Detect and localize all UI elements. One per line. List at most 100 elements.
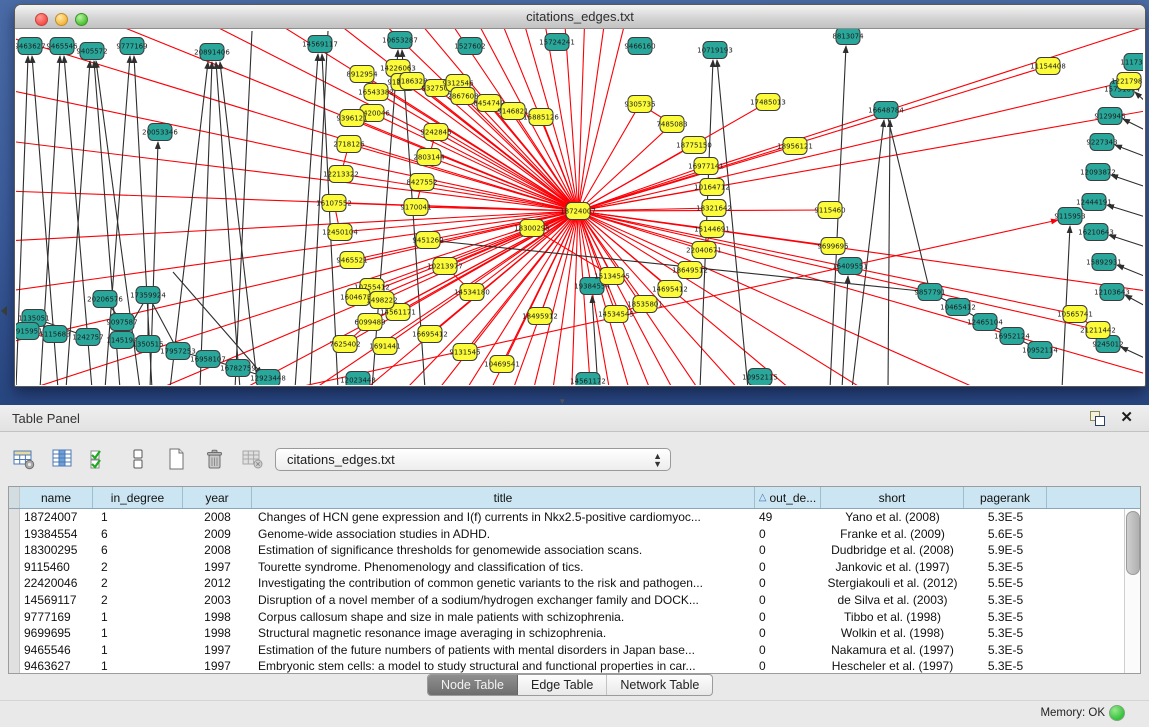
cell-short[interactable]: Nakamura et al. (1997): [821, 642, 964, 659]
graph-node[interactable]: 12450104: [322, 224, 358, 241]
cell-pagerank[interactable]: 5.3E-5: [964, 642, 1047, 659]
cell-pagerank[interactable]: 5.3E-5: [964, 509, 1047, 526]
cell-short[interactable]: Tibbo et al. (1998): [821, 609, 964, 626]
graph-node[interactable]: 17359924: [130, 287, 166, 304]
cell-out_degree[interactable]: 0: [755, 592, 821, 609]
cell-short[interactable]: Yano et al. (2008): [821, 509, 964, 526]
graph-node[interactable]: 15724241: [539, 34, 575, 51]
graph-node[interactable]: 1527602: [454, 38, 485, 55]
graph-edge-citation[interactable]: [578, 66, 1048, 211]
graph-edge-ray[interactable]: [526, 211, 578, 385]
graph-node[interactable]: 9115953: [1054, 208, 1085, 225]
graph-node[interactable]: 9396121: [336, 110, 367, 127]
cell-year[interactable]: 2008: [183, 509, 252, 526]
graph-node[interactable]: 10719193: [697, 42, 733, 59]
merge-rows-icon[interactable]: [124, 445, 152, 473]
cell-year[interactable]: 1997: [183, 559, 252, 576]
graph-node[interactable]: 9305735: [624, 96, 655, 113]
graph-node[interactable]: 8912954: [346, 66, 378, 83]
table-row[interactable]: 911546021997Tourette syndrome. Phenomeno…: [9, 559, 1140, 576]
graph-node[interactable]: 9699695: [817, 238, 848, 255]
graph-edge[interactable]: [888, 120, 890, 385]
graph-node[interactable]: 11154408: [1030, 58, 1066, 75]
cell-year[interactable]: 1997: [183, 642, 252, 659]
graph-edge[interactable]: [200, 62, 212, 385]
table-row[interactable]: 2242004622012Investigating the contribut…: [9, 575, 1140, 592]
graph-node[interactable]: 2718126: [333, 136, 365, 153]
new-table-icon[interactable]: [162, 445, 190, 473]
table-row[interactable]: 946554611997Estimation of the future num…: [9, 642, 1140, 659]
cell-name[interactable]: 9777169: [20, 609, 93, 626]
graph-node[interactable]: 10565741: [1057, 306, 1093, 323]
graph-node[interactable]: 16210643: [1078, 224, 1114, 241]
graph-node[interactable]: 10469541: [484, 356, 520, 373]
graph-node[interactable]: 18495912: [522, 308, 558, 325]
graph-node[interactable]: 9451260: [412, 232, 443, 249]
network-window-titlebar[interactable]: citations_edges.txt: [15, 5, 1145, 29]
graph-edge[interactable]: [235, 31, 252, 385]
cell-short[interactable]: Dudbridge et al. (2008): [821, 542, 964, 559]
table-row[interactable]: 1938455462009Genome-wide association stu…: [9, 526, 1140, 543]
column-header-in_degree[interactable]: in_degree: [93, 487, 183, 508]
table-row[interactable]: 1830029562008Estimation of significance …: [9, 542, 1140, 559]
table-row[interactable]: 946362711997Embryonic stem cells: a mode…: [9, 658, 1140, 673]
graph-node[interactable]: 16107552: [316, 195, 352, 212]
cell-in_degree[interactable]: 1: [93, 642, 183, 659]
column-header-name[interactable]: name: [20, 487, 93, 508]
panel-resize-handle-icon[interactable]: ▾: [560, 396, 565, 407]
cell-pagerank[interactable]: 5.3E-5: [964, 592, 1047, 609]
graph-node[interactable]: 20053346: [142, 124, 178, 141]
cell-short[interactable]: de Silva et al. (2003): [821, 592, 964, 609]
cell-out_degree[interactable]: 0: [755, 575, 821, 592]
graph-node[interactable]: 18775150: [676, 137, 712, 154]
graph-edge[interactable]: [1115, 145, 1143, 158]
graph-node[interactable]: 12465104: [967, 314, 1003, 331]
tab-network-table[interactable]: Network Table: [607, 675, 712, 695]
cell-short[interactable]: Franke et al. (2009): [821, 526, 964, 543]
cell-pagerank[interactable]: 5.9E-5: [964, 542, 1047, 559]
graph-node[interactable]: 8813074: [832, 29, 864, 45]
table-row[interactable]: 1456911722003Disruption of a novel membe…: [9, 592, 1140, 609]
cell-pagerank[interactable]: 5.6E-5: [964, 526, 1047, 543]
graph-edge-citation[interactable]: [578, 81, 1129, 211]
graph-node[interactable]: 16648784: [868, 102, 904, 119]
graph-node[interactable]: 14561172: [570, 373, 606, 386]
cell-title[interactable]: Structural magnetic resonance image aver…: [252, 625, 755, 642]
graph-node[interactable]: 16695412: [412, 326, 448, 343]
graph-node[interactable]: 12103643: [1094, 284, 1130, 301]
cell-out_degree[interactable]: 0: [755, 526, 821, 543]
graph-node[interactable]: 1498222: [366, 292, 397, 309]
cell-out_degree[interactable]: 0: [755, 559, 821, 576]
graph-edge[interactable]: [1109, 235, 1143, 248]
cell-pagerank[interactable]: 5.3E-5: [964, 658, 1047, 673]
graph-node[interactable]: 9129946: [1094, 108, 1126, 125]
graph-edge[interactable]: [1111, 175, 1143, 188]
graph-edge[interactable]: [1125, 295, 1143, 308]
graph-node[interactable]: 14695412: [652, 281, 688, 298]
cell-pagerank[interactable]: 5.5E-5: [964, 575, 1047, 592]
graph-node[interactable]: 10653287: [382, 32, 418, 49]
network-window[interactable]: citations_edges.txt 18724007946362794655…: [14, 4, 1146, 387]
graph-edge[interactable]: [1117, 265, 1143, 278]
graph-edge[interactable]: [1121, 347, 1143, 360]
cell-name[interactable]: 14569117: [20, 592, 93, 609]
cell-name[interactable]: 18300295: [20, 542, 93, 559]
graph-edge-ray[interactable]: [578, 29, 630, 211]
graph-node[interactable]: 9405572: [76, 43, 107, 60]
cell-name[interactable]: 19384554: [20, 526, 93, 543]
cell-title[interactable]: Disruption of a novel member of a sodium…: [252, 592, 755, 609]
graph-node[interactable]: 7625402: [329, 336, 360, 353]
cell-name[interactable]: 22420046: [20, 575, 93, 592]
graph-node[interactable]: 12444191: [1076, 194, 1112, 211]
close-panel-icon[interactable]: ✕: [1120, 408, 1133, 426]
graph-node[interactable]: 14569117: [302, 36, 338, 53]
cell-short[interactable]: Stergiakouli et al. (2012): [821, 575, 964, 592]
graph-node[interactable]: 9115460: [814, 202, 845, 219]
graph-node[interactable]: 10164712: [694, 179, 730, 196]
graph-node[interactable]: 15892931: [1086, 254, 1122, 271]
graph-node[interactable]: 9777169: [116, 38, 147, 55]
graph-node[interactable]: 1691441: [369, 338, 400, 355]
cell-title[interactable]: Genome-wide association studies in ADHD.: [252, 526, 755, 543]
cell-out_degree[interactable]: 0: [755, 542, 821, 559]
graph-edge[interactable]: [1135, 92, 1143, 105]
